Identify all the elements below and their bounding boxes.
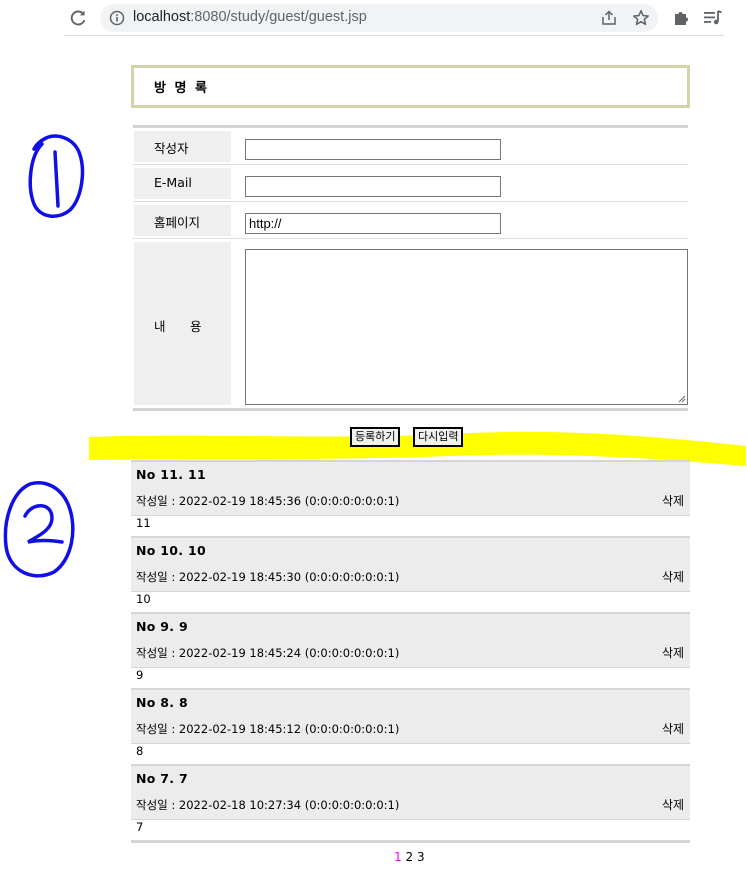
entry-number: No 8. 8 — [136, 695, 188, 710]
entry-divider — [131, 743, 690, 744]
list-bottom-rule — [131, 840, 690, 843]
delete-link[interactable]: 삭제 — [662, 568, 684, 585]
page-link-2[interactable]: 2 — [405, 850, 413, 864]
page-link-3[interactable]: 3 — [417, 850, 425, 864]
reset-button[interactable]: 다시입력 — [413, 427, 464, 447]
entry-date: 작성일 : 2022-02-18 10:27:34 (0:0:0:0:0:0:0… — [136, 798, 400, 812]
delete-link[interactable]: 삭제 — [662, 644, 684, 661]
entry-number: No 9. 9 — [136, 619, 188, 634]
pagination: 1 2 3 — [394, 850, 425, 864]
entry-content: 11 — [136, 516, 151, 530]
entry-date: 작성일 : 2022-02-19 18:45:36 (0:0:0:0:0:0:0… — [136, 494, 400, 508]
delete-link[interactable]: 삭제 — [662, 492, 684, 509]
circled-one-annotation — [28, 134, 85, 218]
entry-number: No 11. 11 — [136, 467, 206, 482]
entry-divider — [131, 515, 690, 516]
submit-button[interactable]: 등록하기 — [350, 427, 401, 447]
entry-number: No 10. 10 — [136, 543, 206, 558]
entry-date: 작성일 : 2022-02-19 18:45:30 (0:0:0:0:0:0:0… — [136, 570, 400, 584]
entry-divider — [131, 667, 690, 668]
entry-date: 작성일 : 2022-02-19 18:45:12 (0:0:0:0:0:0:0… — [136, 722, 400, 736]
entry-content: 7 — [136, 820, 144, 834]
delete-link[interactable]: 삭제 — [662, 720, 684, 737]
entry-date: 작성일 : 2022-02-19 18:45:24 (0:0:0:0:0:0:0… — [136, 646, 400, 660]
entry-content: 9 — [136, 668, 144, 682]
entry-content: 8 — [136, 744, 144, 758]
entry-divider — [131, 819, 690, 820]
delete-link[interactable]: 삭제 — [662, 796, 684, 813]
entry-number: No 7. 7 — [136, 771, 188, 786]
entry-content: 10 — [136, 592, 151, 606]
circled-two-annotation — [3, 481, 75, 578]
page-link-1[interactable]: 1 — [394, 850, 402, 864]
entry-divider — [131, 591, 690, 592]
